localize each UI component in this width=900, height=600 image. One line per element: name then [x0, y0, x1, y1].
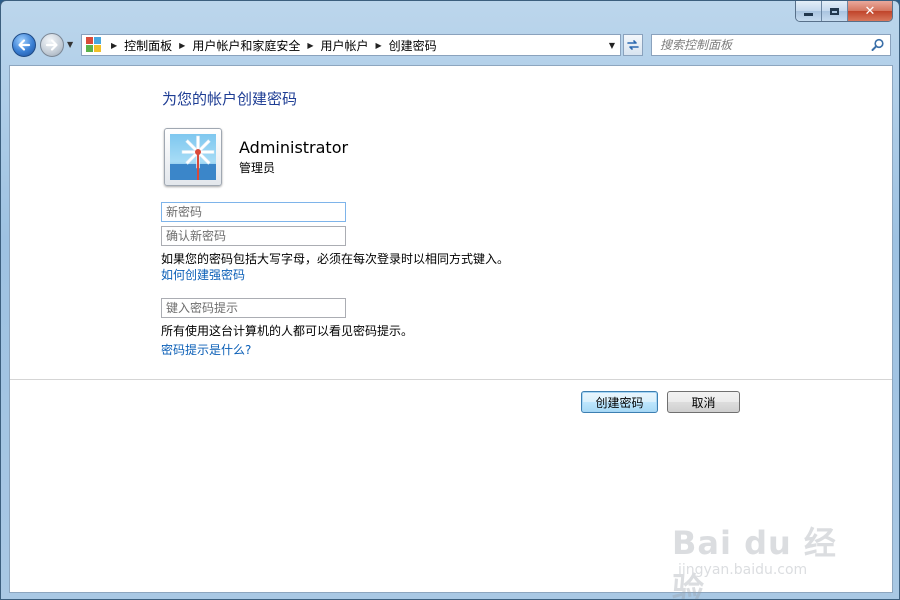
windmill-icon [170, 135, 216, 180]
back-arrow-icon [18, 39, 31, 51]
breadcrumb-separator-icon[interactable]: ▶ [307, 41, 313, 50]
close-icon: ✕ [864, 3, 876, 19]
password-hint-field[interactable] [161, 298, 346, 318]
breadcrumb-separator-icon[interactable]: ▶ [179, 41, 185, 50]
breadcrumb-create-password[interactable]: 创建密码 [389, 37, 437, 54]
create-password-button[interactable]: 创建密码 [581, 391, 658, 413]
maximize-button[interactable] [822, 1, 848, 21]
search-icon[interactable] [870, 37, 886, 53]
minimize-icon [804, 12, 813, 16]
new-password-field[interactable] [161, 202, 346, 222]
watermark-main-text: Bai du 经验 [672, 524, 837, 600]
watermark-sub-text: jingyan.baidu.com [678, 562, 808, 578]
divider [10, 379, 892, 380]
hint-visibility-notice: 所有使用这台计算机的人都可以看见密码提示。 [161, 324, 414, 338]
control-panel-window: ✕ ▼ ▶ 控制面板 ▶ 用户帐户和家庭安全 ▶ 用户帐户 ▶ 创建密码 ▼ 搜… [0, 0, 900, 600]
caption-buttons: ✕ [795, 1, 893, 22]
forward-button[interactable] [40, 33, 64, 57]
minimize-button[interactable] [796, 1, 822, 21]
back-button[interactable] [12, 33, 36, 57]
search-box[interactable] [651, 34, 891, 56]
confirm-password-field[interactable] [161, 226, 346, 246]
maximize-icon [830, 7, 839, 15]
breadcrumb-separator-icon[interactable]: ▶ [376, 41, 382, 50]
cancel-button[interactable]: 取消 [667, 391, 740, 413]
user-role: 管理员 [239, 161, 276, 175]
case-sensitivity-notice: 如果您的密码包括大写字母，必须在每次登录时以相同方式键入。 [161, 252, 510, 266]
address-bar[interactable]: ▶ 控制面板 ▶ 用户帐户和家庭安全 ▶ 用户帐户 ▶ 创建密码 ▼ [81, 34, 621, 56]
avatar-image [170, 134, 216, 180]
breadcrumb-user-accounts-family-safety[interactable]: 用户帐户和家庭安全 [192, 37, 300, 54]
close-button[interactable]: ✕ [848, 1, 892, 21]
strong-password-link[interactable]: 如何创建强密码 [161, 266, 245, 283]
page-title: 为您的帐户创建密码 [162, 90, 298, 108]
refresh-icon [627, 40, 639, 50]
user-name: Administrator [239, 138, 349, 157]
password-hint-help-link[interactable]: 密码提示是什么? [161, 341, 251, 358]
address-dropdown-icon[interactable]: ▼ [604, 35, 620, 55]
refresh-button[interactable] [623, 34, 643, 56]
history-dropdown-icon[interactable]: ▼ [67, 40, 73, 49]
navigation-bar: ▼ ▶ 控制面板 ▶ 用户帐户和家庭安全 ▶ 用户帐户 ▶ 创建密码 ▼ [9, 31, 891, 61]
breadcrumb-separator-icon[interactable]: ▶ [111, 41, 117, 50]
avatar [164, 128, 222, 186]
breadcrumb-control-panel[interactable]: 控制面板 [124, 37, 172, 54]
control-panel-icon [86, 37, 104, 53]
forward-arrow-icon [45, 39, 58, 51]
baidu-jingyan-watermark: Bai du 经验 jingyan.baidu.com [672, 514, 852, 599]
breadcrumb-user-accounts[interactable]: 用户帐户 [321, 37, 369, 54]
content-pane: 为您的帐户创建密码 Administrator 管理员 如果您的密码包括大写字母… [9, 65, 893, 599]
search-input[interactable] [658, 35, 870, 55]
